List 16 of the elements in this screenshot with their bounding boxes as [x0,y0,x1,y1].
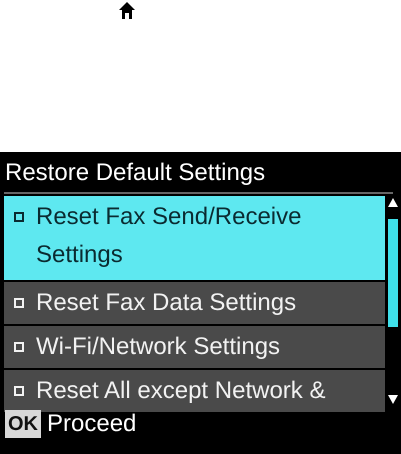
menu-item[interactable]: Reset Fax Send/Receive Settings [4,196,385,280]
bullet-icon [14,342,24,352]
scroll-thumb[interactable] [388,219,398,327]
bullet-icon [14,386,24,396]
proceed-label: Proceed [47,410,136,438]
menu-item[interactable]: Wi-Fi/Network Settings [4,326,385,368]
up-arrow-icon[interactable] [388,198,398,207]
home-icon[interactable] [119,2,135,19]
menu-item[interactable]: Reset Fax Data Settings [4,282,385,324]
scrollbar[interactable] [385,196,401,406]
bullet-icon [14,212,24,222]
screen-title: Restore Default Settings [4,158,266,188]
menu-item[interactable]: Reset All except Network & [4,370,385,412]
bullet-icon [14,298,24,308]
ok-key[interactable]: OK [5,410,41,438]
down-arrow-icon[interactable] [388,395,398,404]
